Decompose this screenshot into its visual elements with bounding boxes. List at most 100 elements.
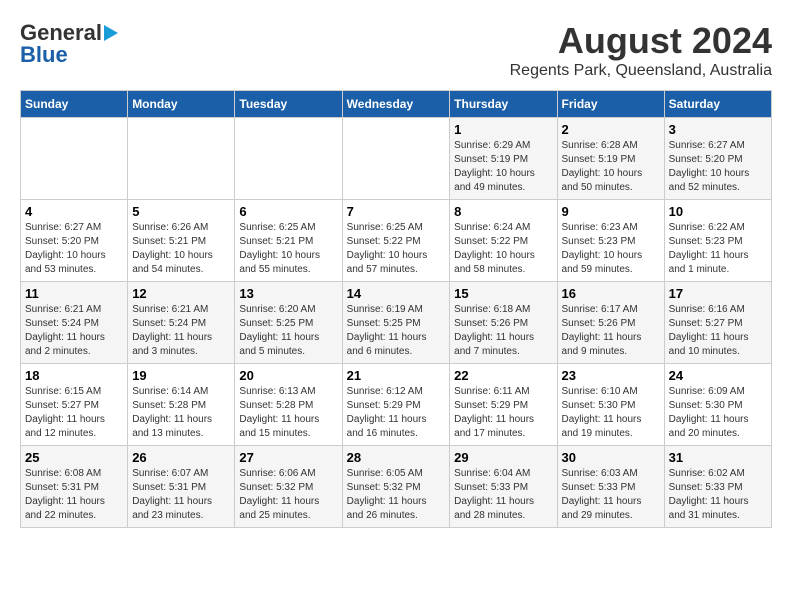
day-number: 24 bbox=[669, 368, 767, 383]
calendar-cell: 24 Sunrise: 6:09 AMSunset: 5:30 PMDayligh… bbox=[664, 364, 771, 446]
day-info: Sunrise: 6:10 AMSunset: 5:30 PMDaylight:… bbox=[562, 385, 660, 441]
day-number: 19 bbox=[132, 368, 230, 383]
day-number: 23 bbox=[562, 368, 660, 383]
calendar-table: SundayMondayTuesdayWednesdayThursdayFrid… bbox=[20, 90, 772, 528]
week-row-2: 4Sunrise: 6:27 AMSunset: 5:20 PMDaylight… bbox=[21, 200, 772, 282]
calendar-cell: 31 Sunrise: 6:02 AMSunset: 5:33 PMDayligh… bbox=[664, 446, 771, 528]
day-info: Sunrise: 6:25 AMSunset: 5:22 PMDaylight:… bbox=[347, 221, 446, 277]
page-header: General Blue August 2024 Regents Park, Q… bbox=[20, 20, 772, 80]
calendar-cell: 21 Sunrise: 6:12 AMSunset: 5:29 PMDayligh… bbox=[342, 364, 450, 446]
calendar-cell: 29Sunrise: 6:04 AMSunset: 5:33 PMDayligh… bbox=[450, 446, 557, 528]
day-number: 18 bbox=[25, 368, 123, 383]
day-number: 1 bbox=[454, 122, 552, 137]
title-block: August 2024 Regents Park, Queensland, Au… bbox=[510, 20, 772, 80]
col-header-thursday: Thursday bbox=[450, 91, 557, 118]
day-info: Sunrise: 6:27 AMSunset: 5:20 PMDaylight:… bbox=[669, 139, 767, 195]
day-number: 9 bbox=[562, 204, 660, 219]
week-row-5: 25Sunrise: 6:08 AMSunset: 5:31 PMDayligh… bbox=[21, 446, 772, 528]
col-header-monday: Monday bbox=[128, 91, 235, 118]
calendar-cell: 18Sunrise: 6:15 AMSunset: 5:27 PMDayligh… bbox=[21, 364, 128, 446]
day-number: 10 bbox=[669, 204, 767, 219]
day-info: Sunrise: 6:04 AMSunset: 5:33 PMDaylight:… bbox=[454, 467, 552, 523]
day-info: Sunrise: 6:12 AMSunset: 5:29 PMDaylight:… bbox=[347, 385, 446, 441]
day-info: Sunrise: 6:28 AMSunset: 5:19 PMDaylight:… bbox=[562, 139, 660, 195]
day-number: 4 bbox=[25, 204, 123, 219]
calendar-cell: 12 Sunrise: 6:21 AMSunset: 5:24 PMDayligh… bbox=[128, 282, 235, 364]
calendar-cell: 17 Sunrise: 6:16 AMSunset: 5:27 PMDayligh… bbox=[664, 282, 771, 364]
day-number: 6 bbox=[239, 204, 337, 219]
calendar-cell: 6 Sunrise: 6:25 AMSunset: 5:21 PMDaylight… bbox=[235, 200, 342, 282]
week-row-4: 18Sunrise: 6:15 AMSunset: 5:27 PMDayligh… bbox=[21, 364, 772, 446]
day-info: Sunrise: 6:21 AMSunset: 5:24 PMDaylight:… bbox=[132, 303, 230, 359]
calendar-cell: 22Sunrise: 6:11 AMSunset: 5:29 PMDayligh… bbox=[450, 364, 557, 446]
logo-arrow-icon bbox=[104, 25, 118, 41]
calendar-cell bbox=[342, 118, 450, 200]
day-number: 15 bbox=[454, 286, 552, 301]
calendar-cell: 27 Sunrise: 6:06 AMSunset: 5:32 PMDayligh… bbox=[235, 446, 342, 528]
day-info: Sunrise: 6:26 AMSunset: 5:21 PMDaylight:… bbox=[132, 221, 230, 277]
day-info: Sunrise: 6:23 AMSunset: 5:23 PMDaylight:… bbox=[562, 221, 660, 277]
col-header-wednesday: Wednesday bbox=[342, 91, 450, 118]
calendar-cell: 20 Sunrise: 6:13 AMSunset: 5:28 PMDayligh… bbox=[235, 364, 342, 446]
day-number: 20 bbox=[239, 368, 337, 383]
week-row-3: 11 Sunrise: 6:21 AMSunset: 5:24 PMDayligh… bbox=[21, 282, 772, 364]
calendar-cell: 3 Sunrise: 6:27 AMSunset: 5:20 PMDaylight… bbox=[664, 118, 771, 200]
day-number: 7 bbox=[347, 204, 446, 219]
calendar-cell: 15 Sunrise: 6:18 AMSunset: 5:26 PMDayligh… bbox=[450, 282, 557, 364]
day-number: 17 bbox=[669, 286, 767, 301]
day-info: Sunrise: 6:03 AMSunset: 5:33 PMDaylight:… bbox=[562, 467, 660, 523]
day-info: Sunrise: 6:21 AMSunset: 5:24 PMDaylight:… bbox=[25, 303, 123, 359]
day-info: Sunrise: 6:22 AMSunset: 5:23 PMDaylight:… bbox=[669, 221, 767, 277]
day-info: Sunrise: 6:11 AMSunset: 5:29 PMDaylight:… bbox=[454, 385, 552, 441]
day-number: 5 bbox=[132, 204, 230, 219]
calendar-cell: 13Sunrise: 6:20 AMSunset: 5:25 PMDayligh… bbox=[235, 282, 342, 364]
day-number: 13 bbox=[239, 286, 337, 301]
day-info: Sunrise: 6:25 AMSunset: 5:21 PMDaylight:… bbox=[239, 221, 337, 277]
col-header-sunday: Sunday bbox=[21, 91, 128, 118]
week-row-1: 1 Sunrise: 6:29 AMSunset: 5:19 PMDaylight… bbox=[21, 118, 772, 200]
day-info: Sunrise: 6:24 AMSunset: 5:22 PMDaylight:… bbox=[454, 221, 552, 277]
day-number: 12 bbox=[132, 286, 230, 301]
calendar-cell: 14Sunrise: 6:19 AMSunset: 5:25 PMDayligh… bbox=[342, 282, 450, 364]
day-number: 14 bbox=[347, 286, 446, 301]
day-info: Sunrise: 6:29 AMSunset: 5:19 PMDaylight:… bbox=[454, 139, 552, 195]
day-number: 2 bbox=[562, 122, 660, 137]
day-number: 11 bbox=[25, 286, 123, 301]
calendar-cell: 1 Sunrise: 6:29 AMSunset: 5:19 PMDaylight… bbox=[450, 118, 557, 200]
calendar-cell bbox=[128, 118, 235, 200]
day-info: Sunrise: 6:06 AMSunset: 5:32 PMDaylight:… bbox=[239, 467, 337, 523]
day-number: 25 bbox=[25, 450, 123, 465]
col-header-saturday: Saturday bbox=[664, 91, 771, 118]
calendar-cell: 9 Sunrise: 6:23 AMSunset: 5:23 PMDaylight… bbox=[557, 200, 664, 282]
col-header-friday: Friday bbox=[557, 91, 664, 118]
day-number: 3 bbox=[669, 122, 767, 137]
calendar-cell: 16Sunrise: 6:17 AMSunset: 5:26 PMDayligh… bbox=[557, 282, 664, 364]
day-info: Sunrise: 6:16 AMSunset: 5:27 PMDaylight:… bbox=[669, 303, 767, 359]
calendar-cell: 5 Sunrise: 6:26 AMSunset: 5:21 PMDaylight… bbox=[128, 200, 235, 282]
day-number: 31 bbox=[669, 450, 767, 465]
day-info: Sunrise: 6:18 AMSunset: 5:26 PMDaylight:… bbox=[454, 303, 552, 359]
calendar-cell: 25Sunrise: 6:08 AMSunset: 5:31 PMDayligh… bbox=[21, 446, 128, 528]
calendar-cell: 23 Sunrise: 6:10 AMSunset: 5:30 PMDayligh… bbox=[557, 364, 664, 446]
calendar-cell bbox=[235, 118, 342, 200]
logo: General Blue bbox=[20, 20, 118, 68]
day-number: 26 bbox=[132, 450, 230, 465]
calendar-cell: 28Sunrise: 6:05 AMSunset: 5:32 PMDayligh… bbox=[342, 446, 450, 528]
calendar-title: August 2024 bbox=[510, 20, 772, 62]
logo-blue: Blue bbox=[20, 42, 68, 68]
day-info: Sunrise: 6:02 AMSunset: 5:33 PMDaylight:… bbox=[669, 467, 767, 523]
calendar-cell: 19Sunrise: 6:14 AMSunset: 5:28 PMDayligh… bbox=[128, 364, 235, 446]
day-info: Sunrise: 6:17 AMSunset: 5:26 PMDaylight:… bbox=[562, 303, 660, 359]
day-info: Sunrise: 6:09 AMSunset: 5:30 PMDaylight:… bbox=[669, 385, 767, 441]
day-number: 8 bbox=[454, 204, 552, 219]
calendar-cell: 2 Sunrise: 6:28 AMSunset: 5:19 PMDaylight… bbox=[557, 118, 664, 200]
calendar-subtitle: Regents Park, Queensland, Australia bbox=[510, 62, 772, 80]
day-info: Sunrise: 6:13 AMSunset: 5:28 PMDaylight:… bbox=[239, 385, 337, 441]
calendar-cell: 30Sunrise: 6:03 AMSunset: 5:33 PMDayligh… bbox=[557, 446, 664, 528]
calendar-cell: 7 Sunrise: 6:25 AMSunset: 5:22 PMDaylight… bbox=[342, 200, 450, 282]
calendar-cell: 26Sunrise: 6:07 AMSunset: 5:31 PMDayligh… bbox=[128, 446, 235, 528]
calendar-cell bbox=[21, 118, 128, 200]
day-number: 27 bbox=[239, 450, 337, 465]
day-number: 21 bbox=[347, 368, 446, 383]
calendar-cell: 10 Sunrise: 6:22 AMSunset: 5:23 PMDayligh… bbox=[664, 200, 771, 282]
